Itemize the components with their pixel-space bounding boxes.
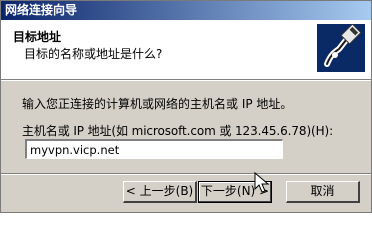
network-cable-icon — [317, 24, 365, 72]
mouse-cursor-icon — [254, 171, 270, 193]
header-subtitle: 目标的名称或地址是什么? — [24, 47, 163, 61]
header-divider — [1, 80, 371, 81]
window-title: 网络连接向导 — [5, 3, 78, 17]
wizard-window: 网络连接向导 目标地址 目标的名称或地址是什么? 输入您正连接的计算机或网络的主… — [0, 0, 372, 213]
hostname-label: 主机名或 IP 地址(如 microsoft.com 或 123.45.6.78… — [22, 124, 334, 138]
title-bar[interactable]: 网络连接向导 — [1, 1, 371, 20]
hostname-input[interactable] — [25, 139, 283, 159]
header-title: 目标地址 — [13, 30, 62, 44]
wizard-header: 目标地址 目标的名称或地址是什么? — [1, 20, 371, 80]
back-button[interactable]: < 上一步(B) — [123, 181, 197, 203]
instruction-text: 输入您正连接的计算机或网络的主机名或 IP 地址。 — [22, 97, 293, 111]
cancel-button[interactable]: 取消 — [286, 181, 360, 203]
footer-separator — [1, 173, 371, 175]
